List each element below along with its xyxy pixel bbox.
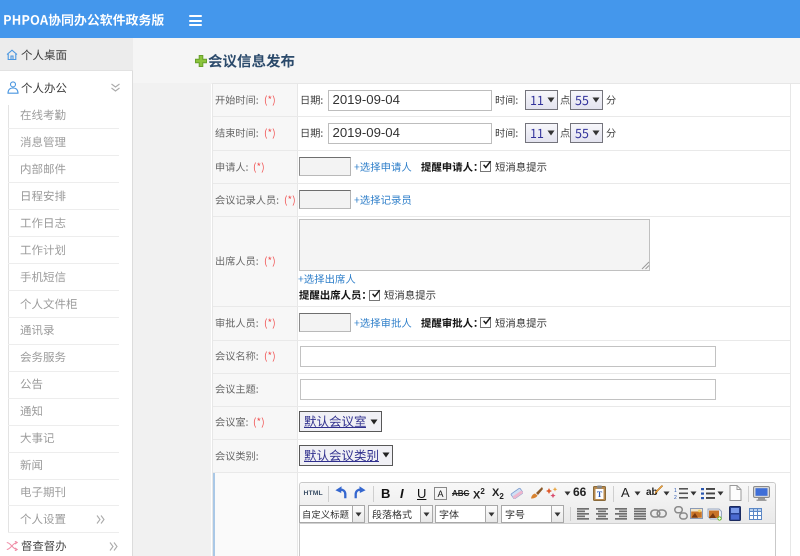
svg-text:1: 1 [674, 488, 677, 494]
svg-text:T: T [597, 490, 603, 499]
svg-text:2: 2 [674, 495, 677, 500]
